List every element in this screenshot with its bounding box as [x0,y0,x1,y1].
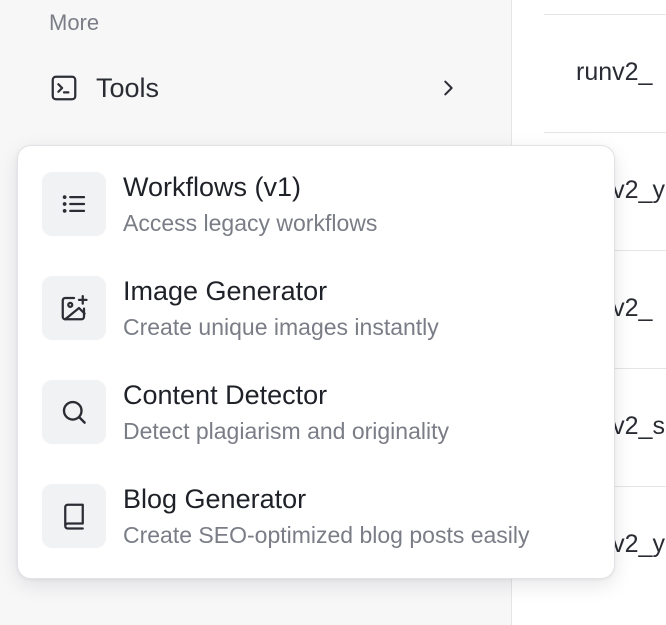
menu-item-blog-generator[interactable]: Blog Generator Create SEO-optimized blog… [18,458,614,562]
book-icon [42,484,106,548]
menu-item-description: Create SEO-optimized blog posts easily [123,522,530,548]
terminal-icon [48,72,80,104]
run-id-cell: runv2_ [576,58,653,86]
menu-item-title: Content Detector [123,380,328,410]
menu-item-image-generator[interactable]: Image Generator Create unique images ins… [18,250,614,354]
section-label-more: More [49,10,100,35]
table-row[interactable]: runv2_ [544,14,666,132]
sidebar-item-label: Tools [96,72,160,103]
menu-item-description: Create unique images instantly [123,314,439,340]
menu-item-title: Blog Generator [123,484,307,514]
sidebar-item-tools[interactable]: Tools [24,56,484,120]
menu-item-description: Detect plagiarism and originality [123,418,449,444]
chevron-right-icon [436,76,460,100]
menu-item-title: Image Generator [123,276,328,306]
menu-item-title: Workflows (v1) [123,172,302,202]
search-icon [42,380,106,444]
menu-item-workflows-v1[interactable]: Workflows (v1) Access legacy workflows [18,146,614,250]
tools-popover-menu: Workflows (v1) Access legacy workflows I… [17,145,615,579]
image-plus-icon [42,276,106,340]
list-icon [42,172,106,236]
menu-item-content-detector[interactable]: Content Detector Detect plagiarism and o… [18,354,614,458]
menu-item-description: Access legacy workflows [123,210,378,236]
